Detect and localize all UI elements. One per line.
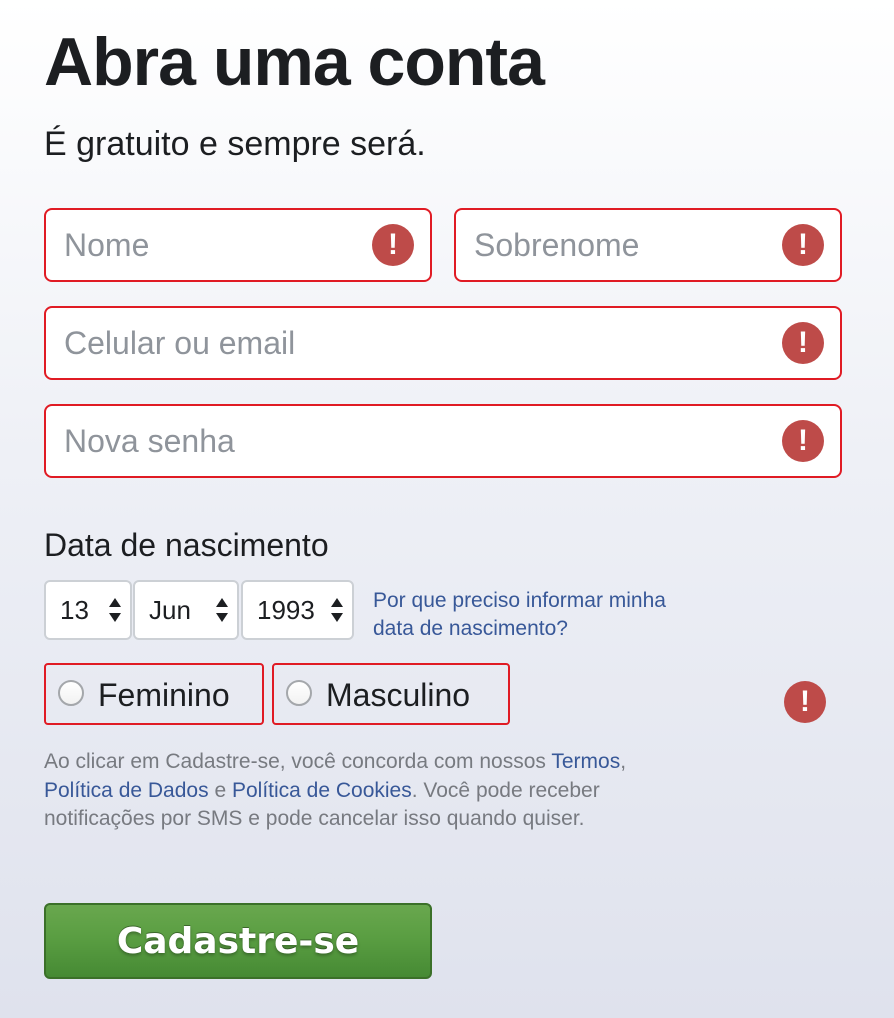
terms-link[interactable]: Termos <box>551 750 620 773</box>
birthday-day-select[interactable]: 13 <box>44 580 132 640</box>
male-label[interactable]: Masculino <box>326 675 470 715</box>
error-icon[interactable]: ! <box>782 420 824 462</box>
birthday-month-value: Jun <box>149 595 191 625</box>
birthday-help-link[interactable]: Por que preciso informar minha data de n… <box>373 587 693 643</box>
error-icon[interactable]: ! <box>782 224 824 266</box>
up-down-arrows-icon <box>216 598 228 622</box>
female-label[interactable]: Feminino <box>98 675 230 715</box>
new-password-input[interactable] <box>46 406 840 476</box>
signup-button[interactable]: Cadastre-se <box>44 903 432 979</box>
birthday-month-select[interactable]: Jun <box>133 580 239 640</box>
terms-intro: Ao clicar em Cadastre-se, você concorda … <box>44 750 552 773</box>
contact-field: ! <box>44 306 842 380</box>
birthday-year-value: 1993 <box>257 595 315 625</box>
terms-text: Ao clicar em Cadastre-se, você concorda … <box>44 748 684 834</box>
password-field: ! <box>44 404 842 478</box>
cookies-policy-link[interactable]: Política de Cookies <box>232 779 412 802</box>
male-radio[interactable] <box>286 680 312 706</box>
birthday-day-value: 13 <box>60 595 89 625</box>
page-title: Abra uma conta <box>44 24 545 100</box>
gender-option-female[interactable]: Feminino <box>44 663 264 725</box>
up-down-arrows-icon <box>331 598 343 622</box>
error-icon[interactable]: ! <box>782 322 824 364</box>
gender-error-icon[interactable]: ! <box>784 681 826 723</box>
terms-and: e <box>208 778 232 802</box>
page-subtitle: É gratuito e sempre será. <box>44 125 426 163</box>
last-name-field: ! <box>454 208 842 282</box>
error-icon[interactable]: ! <box>372 224 414 266</box>
up-down-arrows-icon <box>109 598 121 622</box>
first-name-field: ! <box>44 208 432 282</box>
birthday-label: Data de nascimento <box>44 527 329 563</box>
female-radio[interactable] <box>58 680 84 706</box>
terms-comma: , <box>620 750 627 773</box>
data-policy-link[interactable]: Política de Dados <box>44 779 209 802</box>
birthday-year-select[interactable]: 1993 <box>241 580 354 640</box>
gender-option-male[interactable]: Masculino <box>272 663 510 725</box>
mobile-or-email-input[interactable] <box>46 308 840 378</box>
